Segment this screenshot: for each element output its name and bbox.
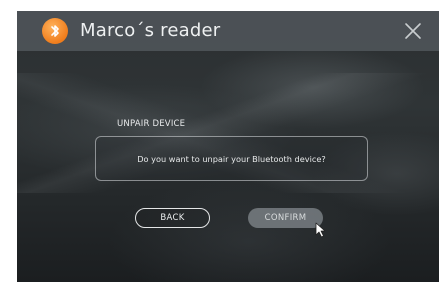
window-title: Marco´s reader	[80, 20, 221, 41]
message-box: Do you want to unpair your Bluetooth dev…	[95, 136, 368, 181]
confirmation-message: Do you want to unpair your Bluetooth dev…	[137, 153, 326, 164]
confirm-button[interactable]: CONFIRM	[248, 208, 323, 228]
mouse-pointer-icon	[315, 222, 327, 238]
title-bar: Marco´s reader	[17, 11, 439, 51]
close-icon[interactable]	[403, 21, 423, 41]
bluetooth-icon	[42, 18, 68, 44]
section-heading: UNPAIR DEVICE	[117, 119, 186, 129]
app-window: Marco´s reader UNPAIR DEVICE Do you want…	[17, 11, 439, 282]
back-button[interactable]: BACK	[135, 208, 210, 228]
